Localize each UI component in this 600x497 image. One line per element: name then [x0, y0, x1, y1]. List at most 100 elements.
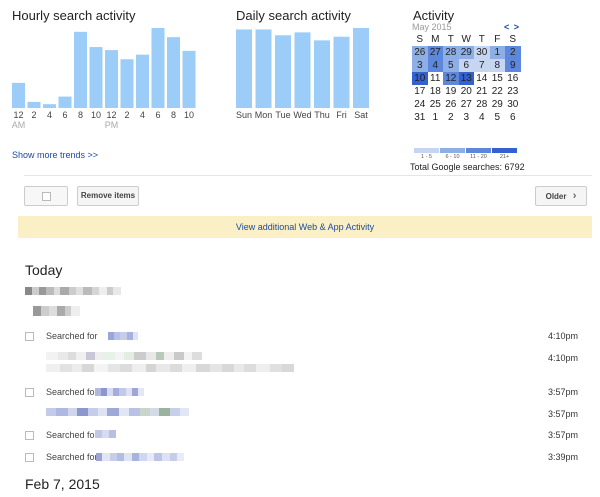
calendar-day[interactable]: 15 — [489, 72, 505, 85]
blurred-query[interactable] — [96, 453, 184, 461]
blurred-query[interactable] — [95, 430, 116, 438]
bar-8 — [167, 37, 180, 109]
legend-swatch — [440, 148, 465, 153]
older-button[interactable]: Older › — [535, 186, 587, 206]
row-checkbox[interactable] — [25, 332, 34, 341]
calendar-day[interactable]: 9 — [505, 59, 521, 72]
calendar-grid: S M T W T F S 26 27 28 29 30 1 2 3 4 5 6 7 8 9 10 11 12 13 14 15 16… — [412, 33, 521, 124]
calendar-day[interactable]: 17 — [412, 85, 428, 98]
x-tick-label: 8 — [78, 110, 83, 120]
calendar-day[interactable]: 21 — [474, 85, 490, 98]
weekday-header: M — [431, 34, 440, 45]
bar-10 — [89, 47, 103, 108]
weekday-header: T — [447, 34, 454, 45]
web-app-activity-banner[interactable]: View additional Web & App Activity — [18, 216, 592, 238]
daily-bar-chart: Sun Mon Tue Wed Thu Fri Sat — [236, 28, 369, 120]
calendar-day[interactable]: 27 — [458, 98, 474, 111]
calendar-day[interactable]: 25 — [427, 98, 443, 111]
blurred-result-top[interactable] — [46, 352, 202, 360]
total-searches: Total Google searches: 6792 — [410, 162, 525, 172]
calendar-day[interactable]: 1 — [489, 46, 505, 59]
row-label: Searched for — [46, 387, 98, 397]
legend-swatch — [414, 148, 439, 153]
x-tick-label: 4 — [140, 110, 145, 120]
calendar-day[interactable]: 5 — [489, 111, 505, 124]
weekday-header: S — [416, 34, 424, 45]
calendar-day[interactable]: 28 — [474, 98, 490, 111]
row-time: 3:39pm — [547, 452, 578, 462]
calendar-day[interactable]: 29 — [489, 98, 505, 111]
weekday-header: S — [509, 34, 517, 45]
calendar-day[interactable]: 31 — [412, 111, 428, 124]
calendar-day[interactable]: 13 — [458, 72, 474, 85]
calendar-day[interactable]: 26 — [443, 98, 459, 111]
show-more-trends-link[interactable]: Show more trends >> — [12, 150, 98, 160]
calendar-day[interactable]: 27 — [427, 46, 443, 59]
hourly-chart-title: Hourly search activity — [12, 8, 136, 23]
calendar-nav-arrows[interactable]: < > — [504, 22, 520, 32]
date-heading: Feb 7, 2015 — [25, 476, 100, 492]
today-heading: Today — [25, 262, 63, 278]
row-label: Searched for — [46, 331, 98, 341]
blurred-result[interactable] — [46, 408, 189, 416]
blurred-query[interactable] — [108, 332, 138, 340]
calendar-day[interactable]: 30 — [474, 46, 490, 59]
calendar-day[interactable]: 26 — [412, 46, 428, 59]
calendar-day[interactable]: 4 — [474, 111, 490, 124]
calendar-day[interactable]: 2 — [505, 46, 521, 59]
x-tick-label: 12 — [106, 110, 116, 120]
calendar-day[interactable]: 29 — [458, 46, 474, 59]
blurred-icon-group — [33, 306, 80, 316]
bar-Tue — [275, 35, 291, 108]
calendar-day[interactable]: 10 — [412, 72, 428, 85]
blurred-query[interactable] — [95, 388, 144, 396]
calendar-day[interactable]: 2 — [443, 111, 459, 124]
remove-items-button[interactable]: Remove items — [77, 186, 139, 206]
calendar-day[interactable]: 7 — [474, 59, 490, 72]
x-tick-label: 4 — [47, 110, 52, 120]
x-tick-label: Sun — [236, 110, 252, 120]
row-time: 3:57pm — [547, 430, 578, 440]
calendar-day[interactable]: 22 — [489, 85, 505, 98]
calendar-day[interactable]: 1 — [427, 111, 443, 124]
older-label: Older — [545, 192, 567, 201]
calendar-day[interactable]: 3 — [412, 59, 428, 72]
x-tick-label: Fri — [336, 110, 347, 120]
hourly-bar-chart: 12 2 4 6 8 10 12 2 4 6 8 10AM PM — [12, 28, 196, 130]
calendar-day[interactable]: 3 — [458, 111, 474, 124]
calendar-day[interactable]: 5 — [443, 59, 459, 72]
select-all-checkbox[interactable] — [24, 186, 68, 206]
calendar-day[interactable]: 28 — [443, 46, 459, 59]
calendar-day[interactable]: 16 — [505, 72, 521, 85]
bar-4 — [43, 104, 56, 108]
row-checkbox[interactable] — [25, 388, 34, 397]
calendar-day[interactable]: 6 — [458, 59, 474, 72]
calendar-day[interactable]: 18 — [427, 85, 443, 98]
section-divider — [24, 175, 592, 176]
row-checkbox[interactable] — [25, 431, 34, 440]
calendar-day[interactable]: 19 — [443, 85, 459, 98]
x-tick-label: 6 — [155, 110, 160, 120]
calendar-day[interactable]: 12 — [443, 72, 459, 85]
row-label: Searched for — [46, 430, 98, 440]
row-time: 4:10pm — [547, 353, 578, 363]
calendar-day[interactable]: 6 — [505, 111, 521, 124]
legend-label: 1 - 5 — [420, 154, 432, 160]
bar-12 — [12, 82, 25, 108]
calendar-day[interactable]: 20 — [458, 85, 474, 98]
calendar-day[interactable]: 24 — [412, 98, 428, 111]
x-tick-label: Tue — [275, 110, 290, 120]
calendar-day[interactable]: 8 — [489, 59, 505, 72]
bar-12 — [105, 50, 118, 108]
bar-Sat — [353, 28, 369, 108]
row-label: Searched for — [46, 452, 98, 462]
row-checkbox[interactable] — [25, 453, 34, 462]
bar-2 — [120, 59, 134, 108]
calendar-day[interactable]: 4 — [427, 59, 443, 72]
calendar-day[interactable]: 30 — [505, 98, 521, 111]
calendar-day[interactable]: 14 — [474, 72, 490, 85]
calendar-day[interactable]: 23 — [505, 85, 521, 98]
calendar-day[interactable]: 11 — [427, 72, 443, 85]
weekday-header: F — [494, 34, 501, 45]
daily-chart-title: Daily search activity — [236, 8, 351, 23]
